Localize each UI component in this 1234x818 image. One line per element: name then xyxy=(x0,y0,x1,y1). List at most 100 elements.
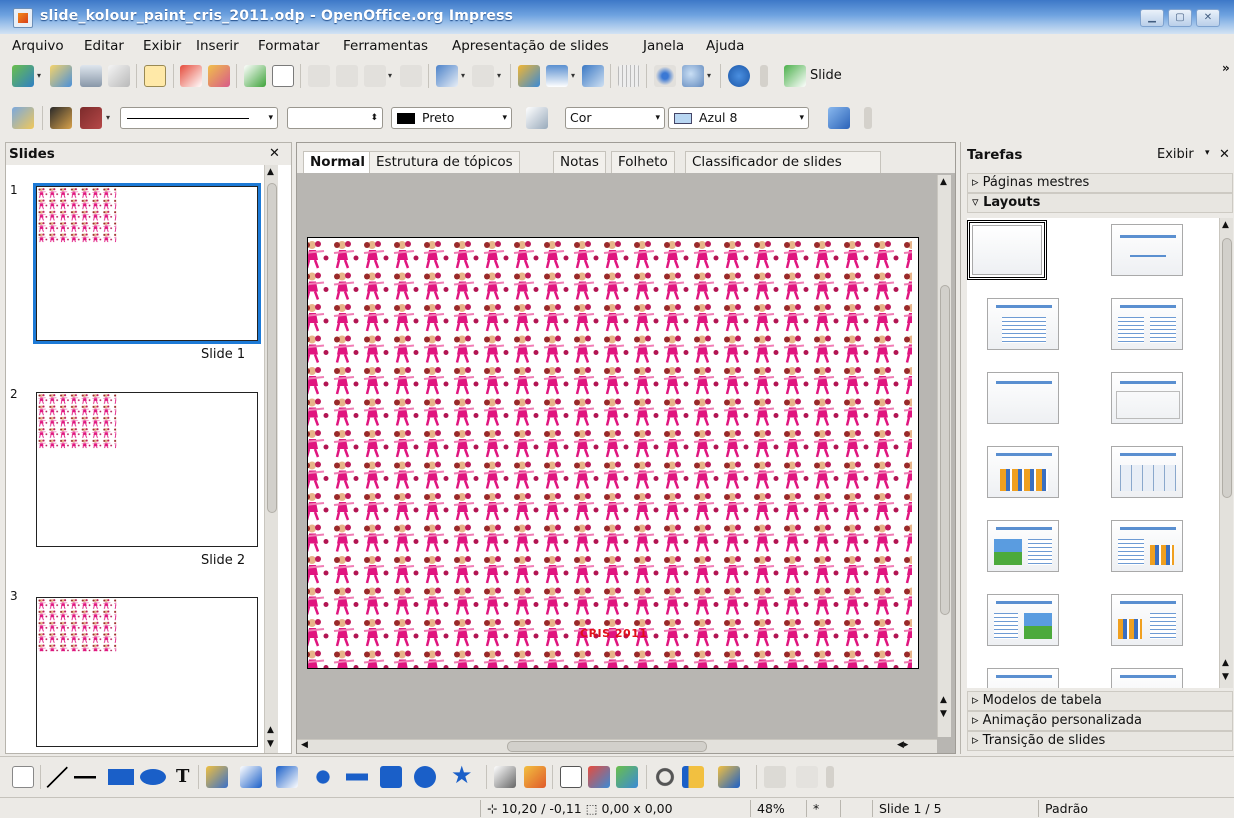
menu-apresentacao[interactable]: Apresentação de slides xyxy=(452,38,609,54)
ellipse-tool-icon[interactable] xyxy=(140,769,166,785)
clone-formatting-icon[interactable] xyxy=(400,65,422,87)
rotate-icon[interactable] xyxy=(654,766,676,788)
edit-file-icon[interactable] xyxy=(144,65,166,87)
layout-title-two-content[interactable] xyxy=(1107,294,1187,354)
zoom-dropdown-icon[interactable]: ▾ xyxy=(707,71,711,80)
stars-icon[interactable]: ★ xyxy=(451,761,473,789)
tab-normal[interactable]: Normal xyxy=(303,151,373,173)
fill-color-combo[interactable]: Azul 8 ▾ xyxy=(668,107,809,129)
layout-title-slide[interactable] xyxy=(1107,220,1187,280)
menu-ferramentas[interactable]: Ferramentas xyxy=(343,38,428,54)
layout-clipart-text[interactable] xyxy=(983,516,1063,576)
callouts-icon[interactable] xyxy=(414,766,436,788)
grid-icon[interactable] xyxy=(618,65,640,87)
toggle-extrusion-icon[interactable] xyxy=(796,766,818,788)
status-signature[interactable] xyxy=(840,800,868,817)
tab-slide-sorter[interactable]: Classificador de slides xyxy=(685,151,881,173)
line-icon[interactable] xyxy=(50,107,72,129)
menu-ajuda[interactable]: Ajuda xyxy=(706,38,744,54)
layout-title-chart[interactable] xyxy=(983,442,1063,502)
slide-canvas[interactable]: CRIS 2011 xyxy=(307,237,919,669)
layout-text-chart[interactable] xyxy=(1107,516,1187,576)
redo-dropdown-icon[interactable]: ▾ xyxy=(497,71,501,80)
tab-handout[interactable]: Folheto xyxy=(611,151,675,173)
styles-icon[interactable] xyxy=(12,107,34,129)
minimize-icon[interactable]: ▁ xyxy=(1140,9,1164,27)
arrange-icon[interactable] xyxy=(718,766,740,788)
flowchart-icon[interactable] xyxy=(380,766,402,788)
layout-partial-2[interactable] xyxy=(1107,664,1187,688)
connector-tool-icon[interactable] xyxy=(240,766,262,788)
section-slide-transition[interactable]: ▹ Transição de slides xyxy=(967,731,1233,751)
help-icon[interactable] xyxy=(728,65,750,87)
arrow-style-icon[interactable] xyxy=(80,107,102,129)
maximize-icon[interactable]: ▢ xyxy=(1168,9,1192,27)
save-icon[interactable] xyxy=(80,65,102,87)
block-arrows-icon[interactable] xyxy=(346,766,368,788)
section-layouts[interactable]: ▿ Layouts xyxy=(967,193,1233,213)
helplines-icon[interactable] xyxy=(654,65,676,87)
section-master-pages[interactable]: ▹ Páginas mestres xyxy=(967,173,1233,193)
new-slide-label[interactable]: Slide xyxy=(810,68,842,83)
line-color-combo[interactable]: Preto ▾ xyxy=(391,107,512,129)
glue-points-icon[interactable] xyxy=(524,766,546,788)
section-custom-animation[interactable]: ▹ Animação personalizada xyxy=(967,711,1233,731)
editor-vscroll-thumb[interactable] xyxy=(940,285,950,615)
line-style-combo[interactable]: ▾ xyxy=(120,107,278,129)
email-icon[interactable] xyxy=(108,65,130,87)
editor-vertical-scrollbar[interactable]: ▲ ▲ ▼ xyxy=(937,175,951,737)
layout-title-content[interactable] xyxy=(983,294,1063,354)
insert-image-icon[interactable] xyxy=(588,766,610,788)
impress-app-icon[interactable] xyxy=(13,8,33,28)
area-fill-icon[interactable] xyxy=(526,107,548,129)
line-arrow-tool-icon[interactable] xyxy=(74,766,96,788)
redo-icon[interactable] xyxy=(472,65,494,87)
tab-outline[interactable]: Estrutura de tópicos xyxy=(369,151,520,173)
menu-inserir[interactable]: Inserir xyxy=(196,38,239,54)
spellcheck-icon[interactable] xyxy=(244,65,266,87)
menu-exibir[interactable]: Exibir xyxy=(143,38,181,54)
zoom-icon[interactable] xyxy=(682,65,704,87)
curve-tool-icon[interactable] xyxy=(206,766,228,788)
close-icon[interactable]: ✕ xyxy=(1196,9,1220,27)
points-icon[interactable] xyxy=(494,766,516,788)
toolbar-grip-icon[interactable] xyxy=(864,107,872,129)
open-icon[interactable] xyxy=(50,65,72,87)
table-icon[interactable] xyxy=(546,65,568,87)
toolbar-grip-icon[interactable] xyxy=(760,65,768,87)
tab-notes[interactable]: Notas xyxy=(553,151,606,173)
extrusion-icon[interactable] xyxy=(764,766,786,788)
arrow-style-dropdown-icon[interactable]: ▾ xyxy=(106,113,110,122)
tasks-close-icon[interactable]: ✕ xyxy=(1219,147,1230,162)
editor-horizontal-scrollbar[interactable]: ◀ ◀▸ xyxy=(297,739,937,753)
cut-icon[interactable] xyxy=(308,65,330,87)
slides-pane-close-icon[interactable]: ✕ xyxy=(269,146,280,161)
section-table-design[interactable]: ▹ Modelos de tabela xyxy=(967,691,1233,711)
layouts-scrollbar[interactable]: ▲ ▲ ▼ xyxy=(1219,218,1233,688)
layout-centered-text[interactable] xyxy=(1107,368,1187,428)
select-arrow-icon[interactable] xyxy=(12,766,34,788)
editor-hscroll-thumb[interactable] xyxy=(507,741,707,752)
menu-janela[interactable]: Janela xyxy=(643,38,684,54)
slides-scrollbar[interactable]: ▲ ▲ ▼ xyxy=(264,165,278,753)
chart-icon[interactable] xyxy=(518,65,540,87)
export-pdf-icon[interactable] xyxy=(180,65,202,87)
copy-icon[interactable] xyxy=(336,65,358,87)
layout-title-only[interactable] xyxy=(983,368,1063,428)
tasks-view-menu[interactable]: Exibir xyxy=(1157,147,1194,162)
menu-editar[interactable]: Editar xyxy=(84,38,124,54)
navigator-icon[interactable] xyxy=(582,65,604,87)
tasks-view-dropdown-icon[interactable]: ▾ xyxy=(1205,148,1210,158)
layout-text-clipart[interactable] xyxy=(983,590,1063,650)
new-slide-icon[interactable] xyxy=(784,65,806,87)
symbol-shapes-icon[interactable] xyxy=(312,766,334,788)
table-dropdown-icon[interactable]: ▾ xyxy=(571,71,575,80)
credit-text[interactable]: CRIS 2011 xyxy=(580,627,648,640)
basic-shapes-icon[interactable] xyxy=(276,766,298,788)
status-zoom[interactable]: 48% xyxy=(750,800,800,817)
auto-spellcheck-icon[interactable] xyxy=(272,65,294,87)
fontwork-icon[interactable] xyxy=(560,766,582,788)
layout-partial-1[interactable] xyxy=(983,664,1063,688)
undo-dropdown-icon[interactable]: ▾ xyxy=(461,71,465,80)
shadow-icon[interactable] xyxy=(828,107,850,129)
